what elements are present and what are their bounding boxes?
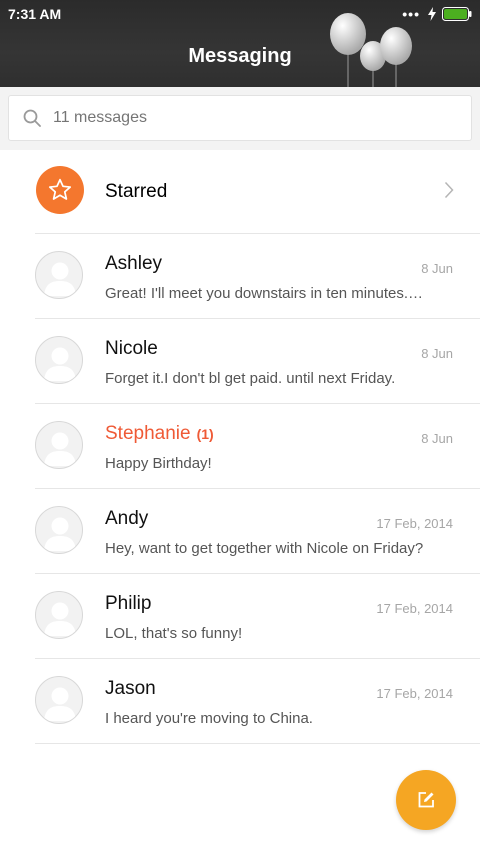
conversation-row[interactable]: Philip 17 Feb, 2014 LOL, that's so funny… [35, 573, 480, 658]
star-icon [48, 178, 72, 200]
conversation-row[interactable]: Nicole 8 Jun Forget it.I don't bl get pa… [35, 318, 480, 403]
list-divider [35, 743, 480, 744]
charging-icon [428, 7, 436, 21]
message-date: 8 Jun [421, 261, 453, 276]
message-date: 8 Jun [421, 346, 453, 361]
chevron-right-icon [444, 181, 454, 199]
conversation-row[interactable]: Jason 17 Feb, 2014 I heard you're moving… [35, 658, 480, 743]
contact-name: Ashley [105, 253, 163, 274]
search-input[interactable] [53, 96, 453, 140]
message-preview: Hey, want to get together with Nicole on… [105, 540, 424, 557]
starred-avatar [36, 166, 84, 214]
compose-icon [418, 792, 434, 808]
conversation-row[interactable]: Ashley 8 Jun Great! I'll meet you downst… [35, 233, 480, 318]
message-date: 17 Feb, 2014 [376, 601, 453, 616]
avatar [35, 421, 83, 469]
contact-placeholder-icon [44, 432, 76, 466]
avatar [35, 506, 83, 554]
battery-icon [442, 7, 472, 21]
avatar [35, 591, 83, 639]
message-preview: LOL, that's so funny! [105, 625, 243, 642]
contact-name-unread: Stephanie (1) [105, 423, 214, 445]
contact-name-text: Stephanie [105, 423, 191, 444]
conversation-row[interactable]: Stephanie (1) 8 Jun Happy Birthday! [35, 403, 480, 488]
compose-button[interactable] [396, 770, 456, 830]
avatar [35, 336, 83, 384]
message-date: 17 Feb, 2014 [376, 516, 453, 531]
status-time: 7:31 AM [8, 6, 62, 22]
message-preview: Forget it.I don't bl get paid. until nex… [105, 370, 396, 387]
contact-name: Nicole [105, 338, 158, 359]
message-preview: Great! I'll meet you downstairs in ten m… [105, 285, 423, 302]
message-date: 8 Jun [421, 431, 453, 446]
conversation-row[interactable]: Andy 17 Feb, 2014 Hey, want to get toget… [35, 488, 480, 573]
contact-placeholder-icon [44, 347, 76, 381]
message-date: 17 Feb, 2014 [376, 686, 453, 701]
contact-name: Philip [105, 593, 152, 614]
contact-placeholder-icon [44, 687, 76, 721]
starred-row[interactable]: Starred [0, 150, 480, 233]
search-icon [23, 109, 41, 127]
conversation-list: Starred Ashley 8 Jun Great! I'll meet yo… [0, 150, 480, 744]
contact-placeholder-icon [44, 517, 76, 551]
starred-label: Starred [105, 181, 168, 202]
app-header: 7:31 AM ••• Messaging [0, 0, 480, 87]
contact-placeholder-icon [44, 262, 76, 296]
search-box[interactable] [8, 95, 472, 141]
contact-name: Andy [105, 508, 149, 529]
message-preview: I heard you're moving to China. [105, 710, 313, 727]
search-area [0, 87, 480, 150]
balloons-decoration-icon [330, 13, 412, 87]
avatar [35, 676, 83, 724]
contact-name: Jason [105, 678, 156, 699]
contact-placeholder-icon [44, 602, 76, 636]
message-preview: Happy Birthday! [105, 455, 212, 472]
unread-count-badge: (1) [196, 426, 214, 442]
avatar [35, 251, 83, 299]
